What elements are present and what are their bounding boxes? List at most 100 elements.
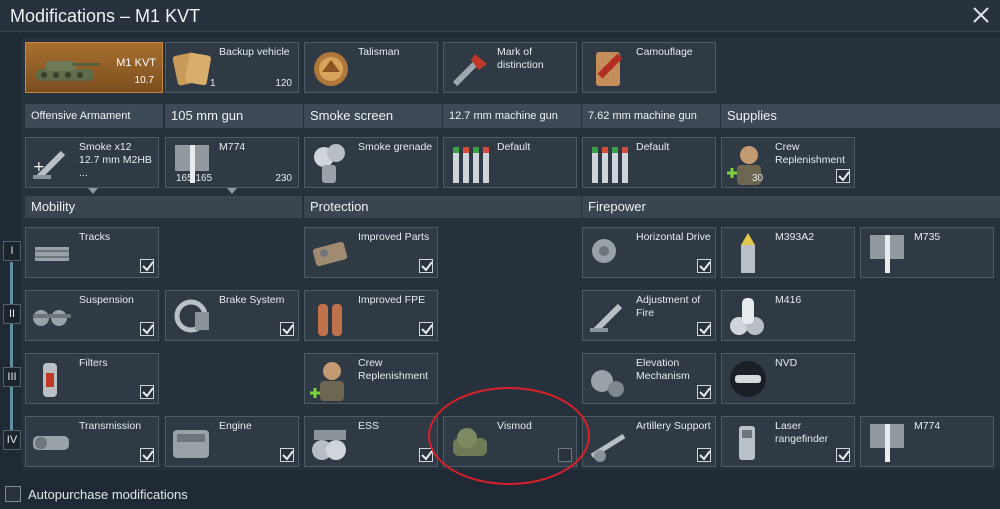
engine-icon: [169, 420, 215, 465]
mod-improved-fpe-label: Improved FPE: [358, 294, 426, 306]
vehicle-name: M1 KVT: [116, 57, 156, 69]
mod-nvd-card[interactable]: NVD: [721, 353, 855, 404]
talisman-card[interactable]: Talisman: [304, 42, 438, 93]
mod-brake-system-card[interactable]: Brake System: [165, 290, 299, 341]
checkbox-checked[interactable]: [419, 322, 433, 336]
checkbox-checked[interactable]: [697, 385, 711, 399]
mod-m735-label: M735: [914, 231, 941, 243]
checkbox-checked[interactable]: [419, 259, 433, 273]
weapon-smoke-grenade-card[interactable]: Smoke grenade: [304, 137, 438, 188]
weapon-12-7mm-default-label: Default: [497, 141, 531, 153]
tier-4-marker: IV: [3, 430, 21, 450]
window-title: Modifications – M1 KVT: [10, 6, 201, 26]
crew-replenishment-count: 30: [752, 173, 764, 184]
backup-vehicle-icon: [169, 46, 215, 91]
weapon-smoke-grenade-label: Smoke grenade: [358, 141, 433, 153]
mod-ess-label: ESS: [358, 420, 380, 432]
bullets-icon: [586, 141, 632, 186]
mod-crew-replenishment-card[interactable]: Crew Replenishment: [304, 353, 438, 404]
mortar-icon: +: [29, 141, 75, 186]
title-bar: Modifications – M1 KVT: [0, 0, 1000, 32]
mod-improved-parts-card[interactable]: Improved Parts: [304, 227, 438, 278]
mod-tracks-card[interactable]: Tracks: [25, 227, 159, 278]
checkbox-checked[interactable]: [697, 448, 711, 462]
checkbox-checked[interactable]: [697, 259, 711, 273]
checkbox-checked[interactable]: [836, 169, 850, 183]
weapon-7-62mm-default-card[interactable]: Default: [582, 137, 716, 188]
heat-shell-icon: [725, 231, 771, 276]
weapon-12-7mm-default-card[interactable]: Default: [443, 137, 577, 188]
mod-engine-label: Engine: [219, 420, 252, 432]
category-12-7mm-mg: 12.7 mm machine gun: [443, 104, 581, 128]
checkbox-checked[interactable]: [280, 448, 294, 462]
backup-count: 1: [210, 78, 216, 89]
mod-m774-card[interactable]: M774: [860, 416, 994, 467]
autopurchase-checkbox[interactable]: [5, 486, 21, 502]
supplies-crew-replenishment-card[interactable]: Crew Replenishment 30: [721, 137, 855, 188]
backup-vehicle-card[interactable]: Backup vehicle 1 120: [165, 42, 299, 93]
mark-of-distinction-card[interactable]: Mark of distinction: [443, 42, 577, 93]
horizontal-drive-icon: [586, 231, 632, 276]
transmission-icon: [29, 420, 75, 465]
category-smoke-screen: Smoke screen: [304, 104, 442, 128]
talisman-icon: [308, 46, 354, 91]
m774-price: 230: [275, 173, 292, 184]
crew-member-icon: [725, 141, 771, 186]
mod-adjustment-of-fire-label: Adjustment of Fire: [636, 294, 701, 319]
tank-icon: [32, 51, 102, 92]
mod-m416-card[interactable]: M416: [721, 290, 855, 341]
checkbox-checked[interactable]: [697, 322, 711, 336]
checkbox-checked[interactable]: [140, 259, 154, 273]
mod-transmission-label: Transmission: [79, 420, 142, 432]
mod-ess-card[interactable]: ESS: [304, 416, 438, 467]
supplies-crew-replenishment-label: Crew Replenishment: [775, 141, 846, 166]
paint-brush-icon: [447, 46, 493, 91]
weapon-smoke-label: Smoke x12 12.7 mm M2HB ...: [79, 141, 152, 179]
weapon-m774-label: M774: [219, 141, 246, 153]
battle-rating: 10.7: [134, 75, 154, 86]
mod-improved-parts-label: Improved Parts: [358, 231, 430, 243]
section-protection: Protection: [304, 196, 581, 218]
weapon-smoke-card[interactable]: + Smoke x12 12.7 mm M2HB ...: [25, 137, 159, 188]
mod-elevation-mechanism-label: Elevation Mechanism: [636, 357, 690, 382]
mod-improved-fpe-card[interactable]: Improved FPE: [304, 290, 438, 341]
category-offensive-armament: Offensive Armament: [25, 104, 163, 128]
category-supplies: Supplies: [721, 104, 1000, 128]
mod-crew-replenishment-label: Crew Replenishment: [358, 357, 429, 382]
mod-engine-card[interactable]: Engine: [165, 416, 299, 467]
mod-brake-system-label: Brake System: [219, 294, 285, 306]
mod-horizontal-drive-card[interactable]: Horizontal Drive: [582, 227, 716, 278]
night-vision-icon: [725, 357, 771, 402]
apfsds-shell-icon: [864, 231, 910, 276]
checkbox-checked[interactable]: [836, 448, 850, 462]
mod-laser-rangefinder-card[interactable]: Laser rangefinder: [721, 416, 855, 467]
weapon-m774-card[interactable]: M774 165/165 230: [165, 137, 299, 188]
checkbox-checked[interactable]: [140, 385, 154, 399]
chevron-down-icon: [88, 188, 98, 194]
mod-adjustment-of-fire-card[interactable]: Adjustment of Fire: [582, 290, 716, 341]
camouflage-card[interactable]: Camouflage: [582, 42, 716, 93]
mod-elevation-mechanism-card[interactable]: Elevation Mechanism: [582, 353, 716, 404]
mod-tracks-label: Tracks: [79, 231, 111, 243]
close-icon[interactable]: [970, 4, 992, 26]
mod-m416-label: M416: [775, 294, 802, 306]
apfsds-shell-icon: [864, 420, 910, 465]
bullets-icon: [447, 141, 493, 186]
tier-progress-line: [10, 262, 13, 442]
checkbox-checked[interactable]: [280, 322, 294, 336]
mod-horizontal-drive-label: Horizontal Drive: [636, 231, 711, 243]
mod-filters-card[interactable]: Filters: [25, 353, 159, 404]
checkbox-checked[interactable]: [140, 448, 154, 462]
mod-m735-card[interactable]: M735: [860, 227, 994, 278]
mod-artillery-support-card[interactable]: Artillery Support: [582, 416, 716, 467]
category-7-62mm-mg: 7.62 mm machine gun: [582, 104, 720, 128]
vehicle-card[interactable]: M1 KVT 10.7: [25, 42, 163, 93]
mod-transmission-card[interactable]: Transmission: [25, 416, 159, 467]
mod-m393a2-label: M393A2: [775, 231, 815, 243]
mod-suspension-card[interactable]: Suspension: [25, 290, 159, 341]
fire-extinguisher-icon: [308, 294, 354, 339]
filter-icon: [29, 357, 75, 402]
checkbox-checked[interactable]: [140, 322, 154, 336]
mod-m393a2-card[interactable]: M393A2: [721, 227, 855, 278]
tier-2-marker: II: [3, 304, 21, 324]
